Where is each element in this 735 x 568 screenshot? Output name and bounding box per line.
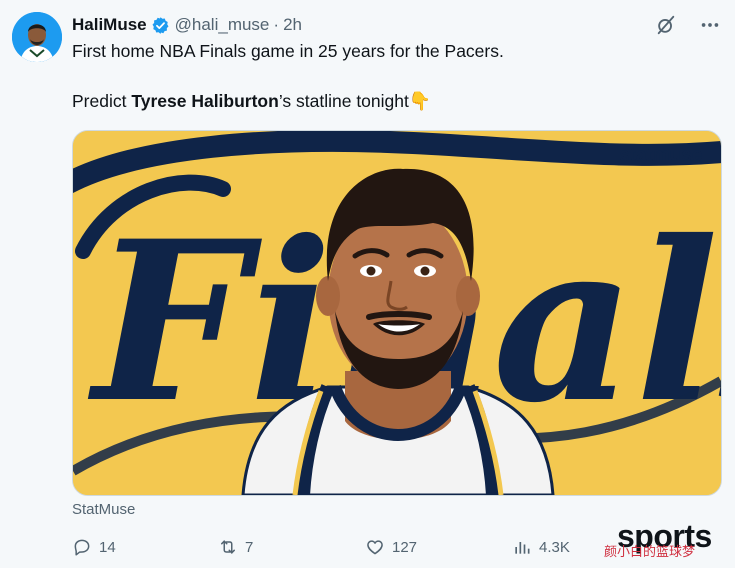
reply-count: 14 — [99, 538, 116, 556]
finals-illustration: Finals statmuse — [73, 131, 721, 495]
avatar[interactable] — [12, 12, 62, 62]
more-icon[interactable] — [699, 14, 721, 36]
statmuse-brand-text: statmuse — [619, 145, 702, 166]
like-icon — [367, 540, 383, 555]
repost-button[interactable]: 7 — [218, 537, 253, 557]
separator-dot: · — [273, 15, 280, 34]
media-source-label[interactable]: StatMuse — [72, 501, 135, 518]
tweet-header: HaliMuse @hali_muse · 2h — [72, 14, 302, 36]
display-name[interactable]: HaliMuse — [72, 15, 147, 35]
like-button[interactable]: 127 — [365, 537, 417, 557]
like-count: 127 — [392, 538, 418, 556]
user-handle[interactable]: @hali_muse — [175, 15, 270, 35]
repost-icon — [221, 540, 235, 554]
views-count: 4.3K — [539, 538, 570, 556]
views-button[interactable]: 4.3K — [512, 537, 570, 557]
pointing-down-emoji: 👇 — [408, 91, 432, 111]
tweet-text-line-1: First home NBA Finals game in 25 years f… — [72, 41, 504, 61]
views-icon — [515, 542, 530, 554]
text-suffix: ’s statline tonight — [278, 91, 409, 111]
reply-button[interactable]: 14 — [72, 537, 116, 557]
timestamp[interactable]: 2h — [283, 15, 302, 35]
repost-count: 7 — [245, 538, 254, 556]
tweet-text-line-2: Predict Tyrese Haliburton’s statline ton… — [72, 91, 431, 112]
reply-icon — [74, 539, 90, 556]
tweet[interactable]: HaliMuse @hali_muse · 2h First home NBA … — [0, 0, 735, 568]
tweet-top-actions — [655, 14, 721, 36]
watermark-caption: 颜小白的篮球梦 — [604, 544, 696, 559]
grok-icon[interactable] — [655, 14, 677, 36]
avatar-image — [12, 12, 62, 62]
text-prefix: Predict — [72, 91, 132, 111]
verified-badge-icon[interactable] — [151, 16, 170, 35]
player-name: Tyrese Haliburton — [131, 91, 279, 111]
tweet-media[interactable]: Finals statmuse — [72, 130, 722, 496]
